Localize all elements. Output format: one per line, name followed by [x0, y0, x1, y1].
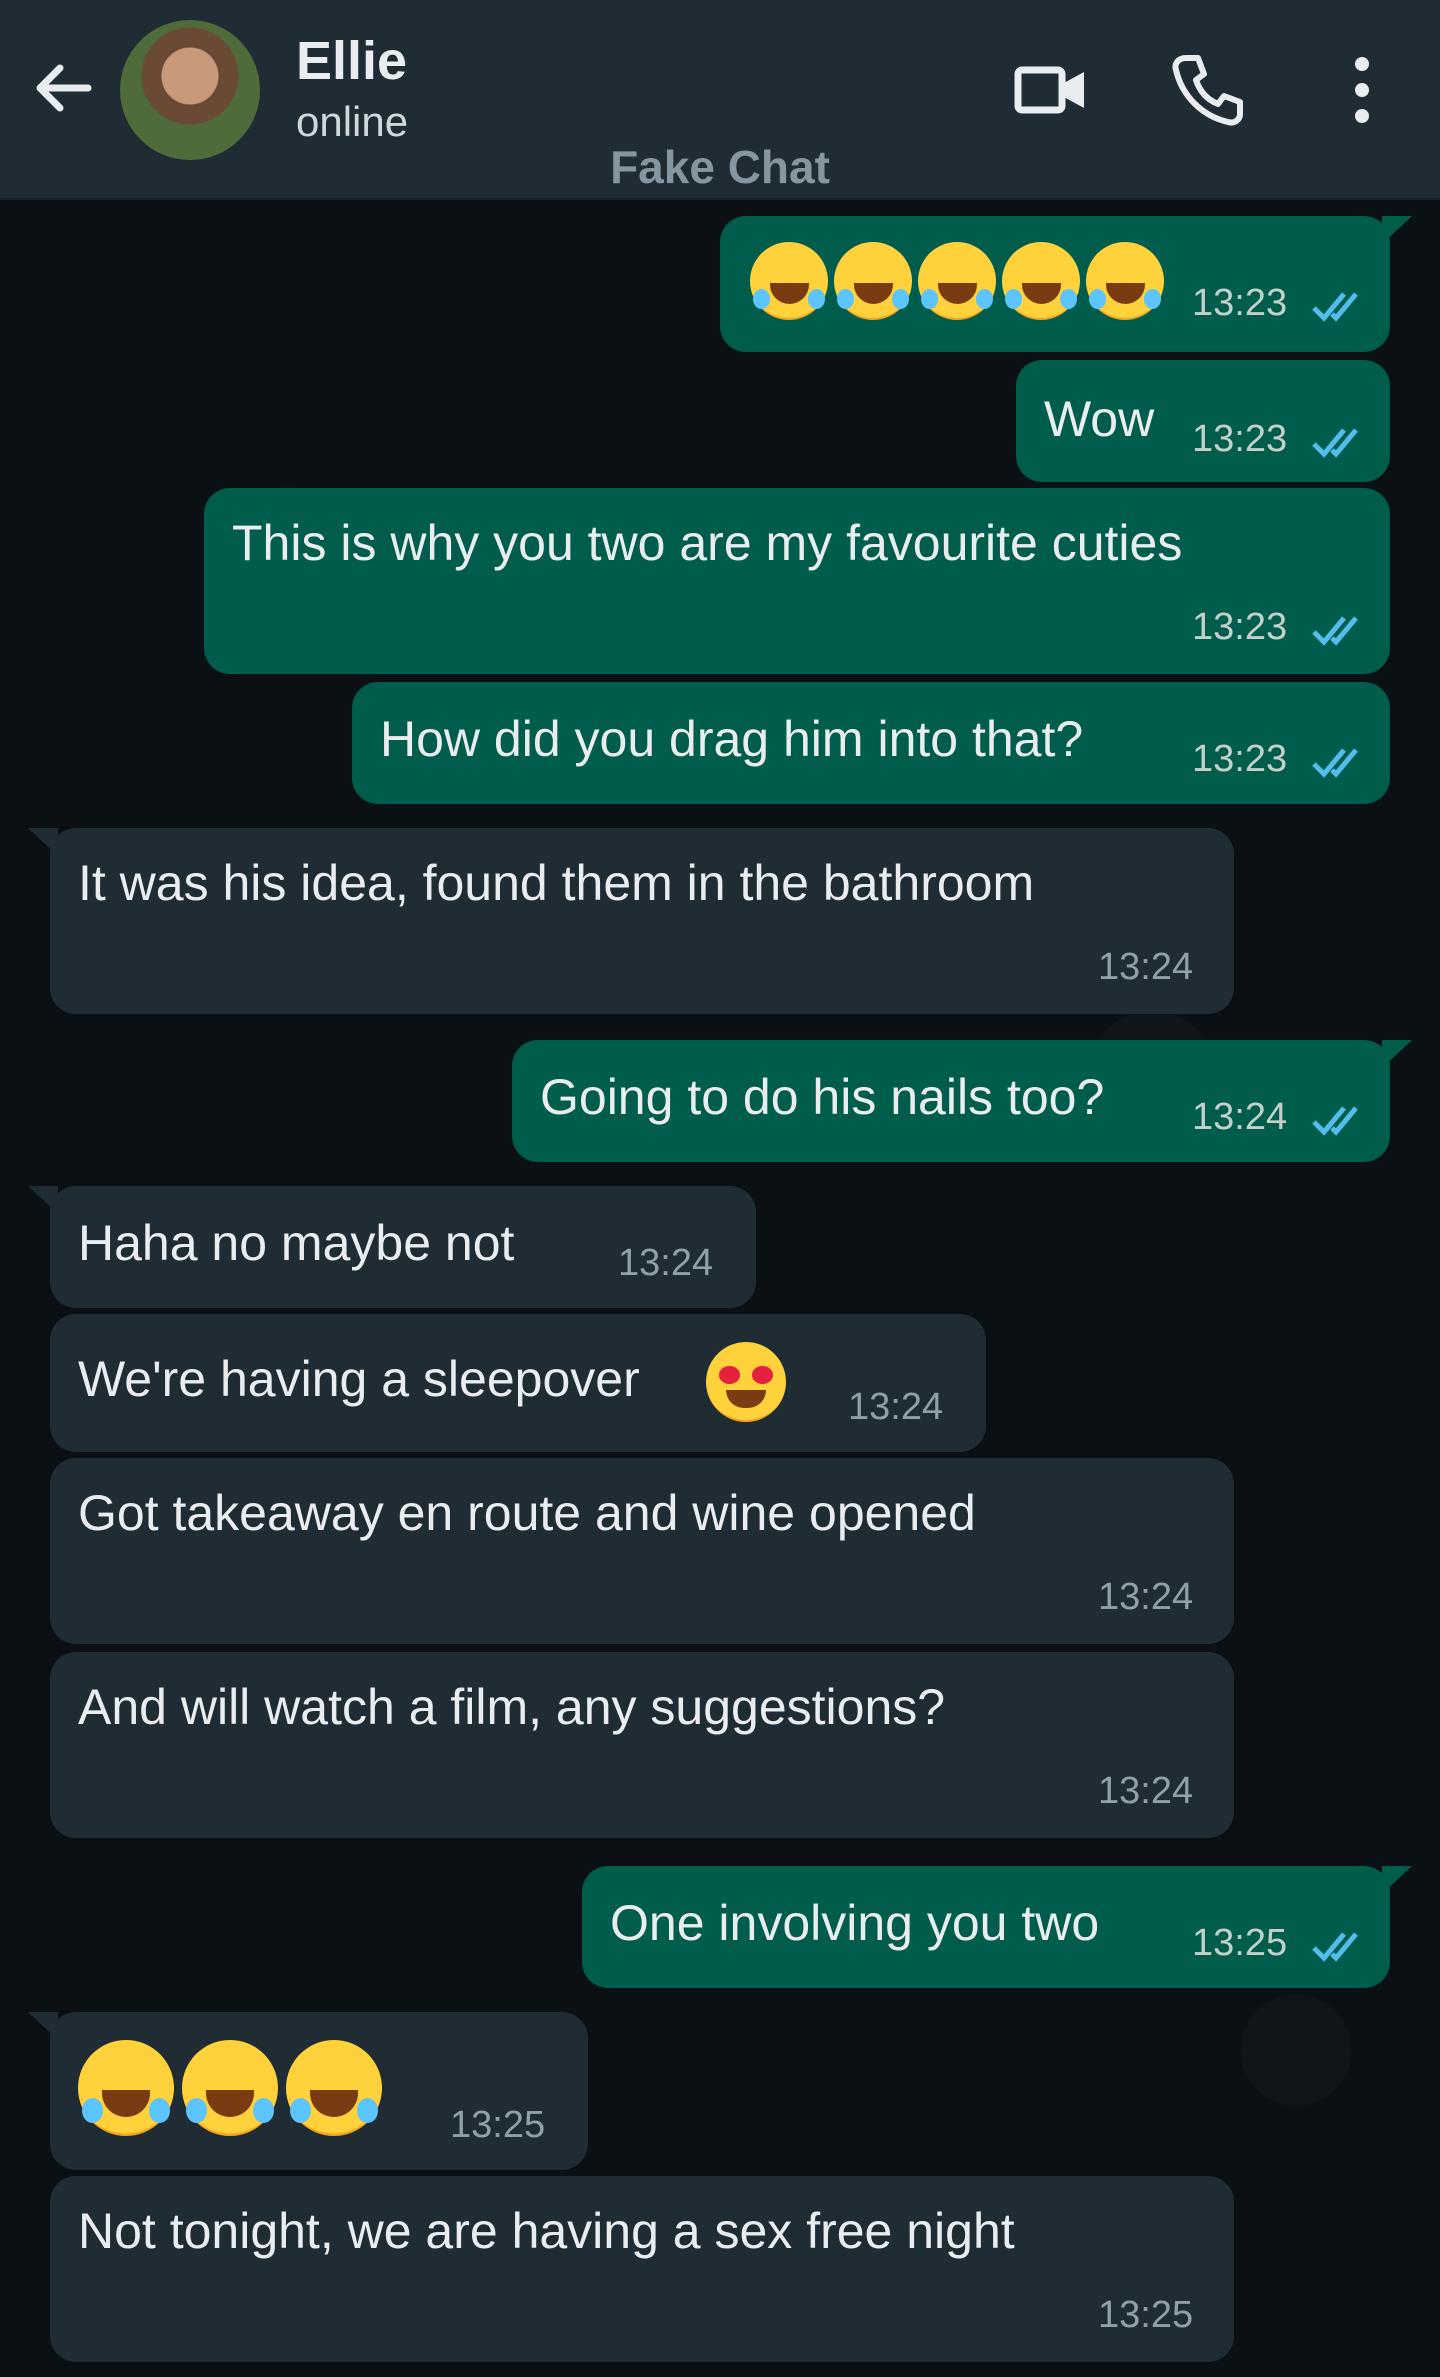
- message-time: 13:23: [1192, 418, 1288, 460]
- read-ticks-icon: [1312, 1932, 1358, 1962]
- message-time: 13:25: [1098, 2294, 1194, 2336]
- message-time: 13:25: [1192, 1922, 1288, 1964]
- message-incoming[interactable]: We're having a sleepover 13:24: [50, 1314, 986, 1452]
- message-outgoing[interactable]: How did you drag him into that? 13:23: [352, 682, 1390, 804]
- rofl-emoji-icon: [918, 242, 996, 320]
- message-time: 13:24: [618, 1242, 714, 1284]
- message-outgoing[interactable]: One involving you two 13:25: [582, 1866, 1412, 1988]
- contact-status: online: [296, 98, 409, 145]
- read-ticks-icon: [1312, 748, 1358, 778]
- message-text: And will watch a film, any suggestions?: [78, 1679, 946, 1735]
- message-text: Haha no maybe not: [78, 1215, 515, 1271]
- rofl-emoji-icon: [182, 2040, 278, 2136]
- message-outgoing[interactable]: 13:23: [720, 216, 1412, 352]
- rofl-emoji-icon: [78, 2040, 174, 2136]
- message-time: 13:23: [1192, 606, 1288, 648]
- rofl-emoji-icon: [286, 2040, 382, 2136]
- bubble-tail: [1382, 1866, 1412, 1894]
- read-ticks-icon: [1312, 616, 1358, 646]
- message-incoming[interactable]: It was his idea, found them in the bathr…: [28, 828, 1234, 1014]
- message-incoming[interactable]: And will watch a film, any suggestions? …: [50, 1652, 1234, 1838]
- rofl-emoji-icon: [834, 242, 912, 320]
- message-time: 13:24: [1192, 1096, 1288, 1138]
- message-text: Not tonight, we are having a sex free ni…: [78, 2203, 1015, 2259]
- phone-call-icon: [1172, 55, 1243, 126]
- message-outgoing[interactable]: This is why you two are my favourite cut…: [204, 488, 1390, 674]
- read-ticks-icon: [1312, 428, 1358, 458]
- message-text: How did you drag him into that?: [380, 711, 1084, 767]
- message-incoming[interactable]: Haha no maybe not 13:24: [28, 1186, 756, 1308]
- message-time: 13:25: [450, 2104, 546, 2146]
- message-time: 13:24: [1098, 946, 1194, 988]
- bubble-tail: [1382, 1040, 1412, 1068]
- back-arrow-icon: [36, 64, 92, 112]
- rofl-emoji-icon: [750, 242, 828, 320]
- video-call-button[interactable]: [1012, 50, 1092, 130]
- message-time: 13:24: [1098, 1770, 1194, 1812]
- chat-header: Ellie online Fake Chat: [0, 0, 1440, 200]
- message-time: 13:24: [1098, 1576, 1194, 1618]
- read-ticks-icon: [1312, 292, 1358, 322]
- contact-name[interactable]: Ellie: [296, 30, 407, 92]
- rofl-emoji-icon: [1002, 242, 1080, 320]
- bubble-tail: [1382, 216, 1412, 244]
- bubble-tail: [28, 1186, 58, 1214]
- message-time: 13:23: [1192, 738, 1288, 780]
- message-text: This is why you two are my favourite cut…: [232, 515, 1183, 571]
- message-outgoing[interactable]: Wow 13:23: [1016, 360, 1390, 482]
- back-button[interactable]: [28, 52, 100, 124]
- message-text: Going to do his nails too?: [540, 1069, 1105, 1125]
- read-ticks-icon: [1312, 1106, 1358, 1136]
- more-options-button[interactable]: [1322, 50, 1402, 130]
- message-incoming[interactable]: Got takeaway en route and wine opened 13…: [50, 1458, 1234, 1644]
- video-call-icon: [1014, 66, 1084, 114]
- message-incoming[interactable]: 13:25: [28, 2012, 588, 2170]
- rofl-emoji-icon: [1086, 242, 1164, 320]
- message-incoming[interactable]: Not tonight, we are having a sex free ni…: [50, 2176, 1234, 2362]
- voice-call-button[interactable]: [1168, 50, 1248, 130]
- message-time: 13:24: [848, 1386, 944, 1428]
- bubble-tail: [28, 828, 58, 856]
- heart-eyes-emoji-icon: [706, 1342, 786, 1422]
- message-text: Wow: [1044, 391, 1155, 447]
- message-text: One involving you two: [610, 1895, 1100, 1951]
- contact-avatar[interactable]: [120, 20, 260, 160]
- bubble-tail: [28, 2012, 58, 2040]
- message-text: We're having a sleepover: [78, 1351, 640, 1407]
- more-vert-icon: [1355, 57, 1369, 123]
- message-text: Got takeaway en route and wine opened: [78, 1485, 976, 1541]
- watermark-title: Fake Chat: [610, 141, 830, 193]
- message-outgoing[interactable]: Going to do his nails too? 13:24: [512, 1040, 1412, 1162]
- message-text: It was his idea, found them in the bathr…: [78, 855, 1035, 911]
- message-time: 13:23: [1192, 282, 1288, 324]
